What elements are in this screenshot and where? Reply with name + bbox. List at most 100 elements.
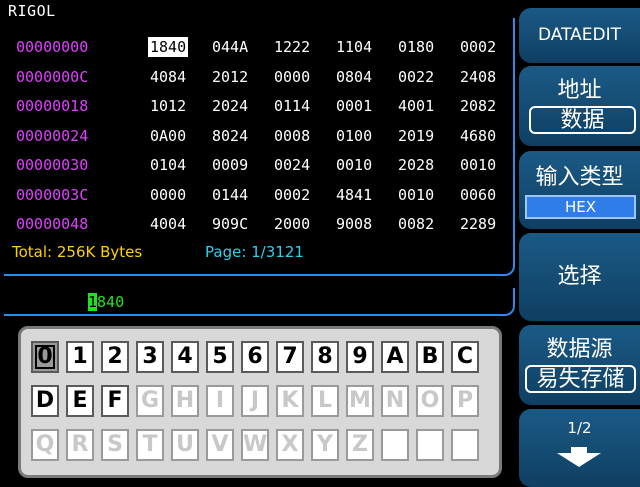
hex-word[interactable]: 0022 (397, 68, 435, 86)
hex-word[interactable]: 4841 (335, 186, 373, 204)
hex-word[interactable]: 1104 (335, 38, 373, 56)
hex-word[interactable]: 1840 (147, 37, 189, 57)
key-t[interactable]: T (136, 429, 164, 461)
key-n[interactable]: N (381, 385, 409, 417)
key-8[interactable]: 8 (311, 341, 339, 373)
key-blank[interactable] (416, 429, 444, 461)
hex-word[interactable]: 0024 (273, 156, 311, 174)
edit-field-frame (4, 288, 515, 316)
key-2[interactable]: 2 (101, 341, 129, 373)
hex-word[interactable]: 1012 (149, 97, 187, 115)
data-selected-box: 数据 (529, 106, 636, 134)
hex-word[interactable]: 0082 (397, 215, 435, 233)
key-z[interactable]: Z (346, 429, 374, 461)
hex-word[interactable]: 0000 (273, 68, 311, 86)
key-o[interactable]: O (416, 385, 444, 417)
key-e[interactable]: E (66, 385, 94, 417)
key-v[interactable]: V (206, 429, 234, 461)
hex-word[interactable]: 044A (211, 38, 249, 56)
key-c[interactable]: C (451, 341, 479, 373)
key-3[interactable]: 3 (136, 341, 164, 373)
key-m[interactable]: M (346, 385, 374, 417)
hex-word[interactable]: 0002 (273, 186, 311, 204)
hex-word[interactable]: 4001 (397, 97, 435, 115)
key-7[interactable]: 7 (276, 341, 304, 373)
menu-data-source[interactable]: 数据源 易失存储 (519, 325, 640, 405)
menu-address-data-toggle[interactable]: 地址 数据 (519, 66, 640, 146)
hex-word[interactable]: 0804 (335, 68, 373, 86)
edit-cursor: 1 (88, 293, 98, 311)
hex-address: 00000024 (16, 126, 89, 145)
key-i[interactable]: I (206, 385, 234, 417)
page-indicator: Page: 1/3121 (205, 243, 304, 261)
hex-word[interactable]: 0002 (459, 38, 497, 56)
key-9[interactable]: 9 (346, 341, 374, 373)
key-6[interactable]: 6 (241, 341, 269, 373)
key-5[interactable]: 5 (206, 341, 234, 373)
key-w[interactable]: W (241, 429, 269, 461)
hex-address: 00000030 (16, 156, 89, 174)
menu-dataedit-title: DATAEDIT (519, 8, 640, 63)
hex-address: 00000000 (16, 38, 89, 56)
key-j[interactable]: J (241, 385, 269, 417)
key-b[interactable]: B (416, 341, 444, 373)
key-p[interactable]: P (451, 385, 479, 417)
hex-address: 0000000C (16, 67, 89, 86)
hex-word[interactable]: 909C (211, 215, 249, 233)
hex-word[interactable]: 1222 (273, 38, 311, 56)
hex-word[interactable]: 0A00 (149, 127, 187, 145)
key-h[interactable]: H (171, 385, 199, 417)
key-g[interactable]: G (136, 385, 164, 417)
hex-word[interactable]: 2000 (273, 215, 311, 233)
hex-word[interactable]: 2012 (211, 68, 249, 86)
key-4[interactable]: 4 (171, 341, 199, 373)
hex-word[interactable]: 2408 (459, 68, 497, 86)
key-x[interactable]: X (276, 429, 304, 461)
key-l[interactable]: L (311, 385, 339, 417)
key-r[interactable]: R (66, 429, 94, 461)
input-type-value: HEX (525, 195, 636, 219)
key-q[interactable]: Q (31, 429, 59, 461)
key-0[interactable]: 0 (31, 341, 59, 373)
key-y[interactable]: Y (311, 429, 339, 461)
hex-word[interactable]: 0114 (273, 97, 311, 115)
hex-word[interactable]: 2019 (397, 127, 435, 145)
hex-word[interactable]: 0144 (211, 186, 249, 204)
key-1[interactable]: 1 (66, 341, 94, 373)
key-s[interactable]: S (101, 429, 129, 461)
hex-word[interactable]: 2024 (211, 97, 249, 115)
hex-word[interactable]: 0060 (459, 186, 497, 204)
key-a[interactable]: A (381, 341, 409, 373)
key-u[interactable]: U (171, 429, 199, 461)
hex-word[interactable]: 4680 (459, 127, 497, 145)
hex-word[interactable]: 8024 (211, 127, 249, 145)
hex-word[interactable]: 0001 (335, 97, 373, 115)
key-blank[interactable] (451, 429, 479, 461)
hex-word[interactable]: 0180 (397, 38, 435, 56)
hex-word[interactable]: 9008 (335, 215, 373, 233)
key-k[interactable]: K (276, 385, 304, 417)
hex-word[interactable]: 2082 (459, 97, 497, 115)
address-label: 地址 (557, 78, 602, 103)
hex-word[interactable]: 0010 (459, 156, 497, 174)
hex-word[interactable]: 2289 (459, 215, 497, 233)
menu-input-type[interactable]: 输入类型 HEX (519, 151, 640, 229)
hex-word[interactable]: 0008 (273, 127, 311, 145)
key-f[interactable]: F (101, 385, 129, 417)
menu-next-page[interactable]: 1/2 (519, 409, 640, 487)
data-source-label: 数据源 (546, 337, 613, 362)
key-d[interactable]: D (31, 385, 59, 417)
hex-word[interactable]: 0009 (211, 156, 249, 174)
menu-select-button[interactable]: 选择 (519, 233, 640, 321)
hex-word[interactable]: 4004 (149, 215, 187, 233)
hex-word[interactable]: 0010 (397, 186, 435, 204)
hex-word[interactable]: 0100 (335, 127, 373, 145)
hex-word[interactable]: 2028 (397, 156, 435, 174)
hex-word[interactable]: 0104 (149, 156, 187, 174)
edit-value-text: 840 (97, 293, 125, 311)
hex-word[interactable]: 4084 (149, 68, 187, 86)
edit-value-field[interactable]: 1840 (88, 293, 124, 311)
hex-word[interactable]: 0010 (335, 156, 373, 174)
key-blank[interactable] (381, 429, 409, 461)
hex-word[interactable]: 0000 (149, 186, 187, 204)
